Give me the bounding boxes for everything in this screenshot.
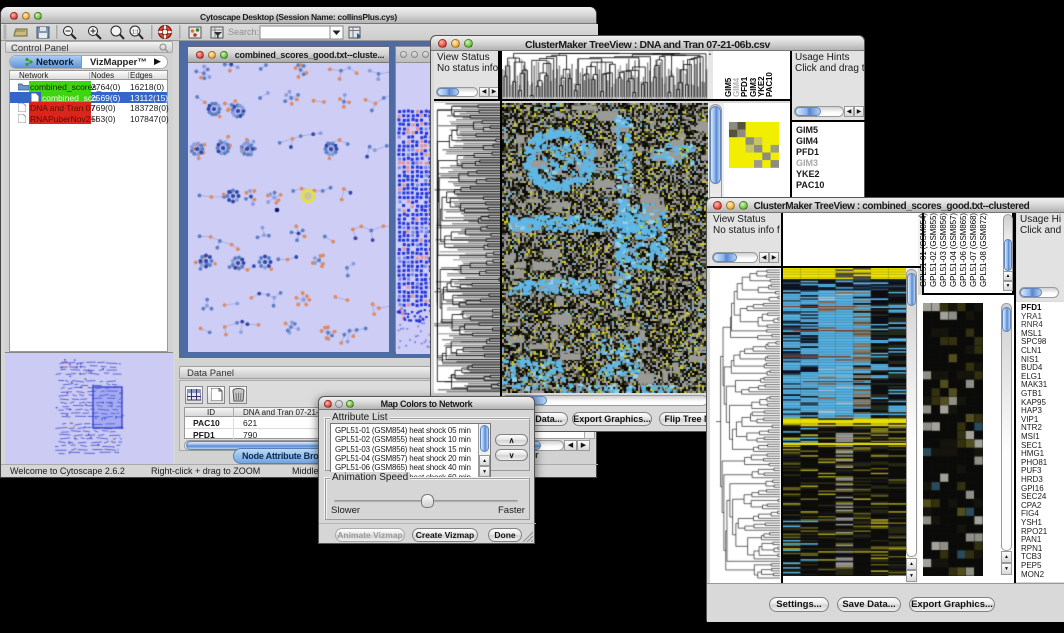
svg-text:1:1: 1:1	[132, 30, 139, 36]
svg-text:Search:: Search:	[228, 27, 259, 37]
